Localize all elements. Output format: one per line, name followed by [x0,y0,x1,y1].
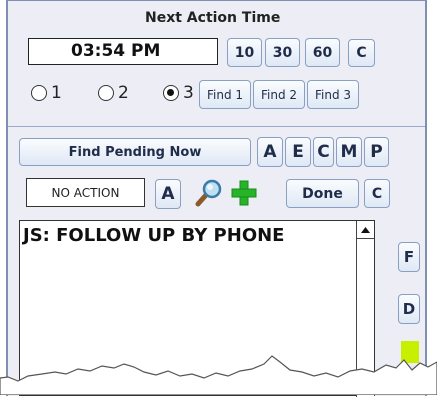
torn-edge-effect [0,355,437,395]
